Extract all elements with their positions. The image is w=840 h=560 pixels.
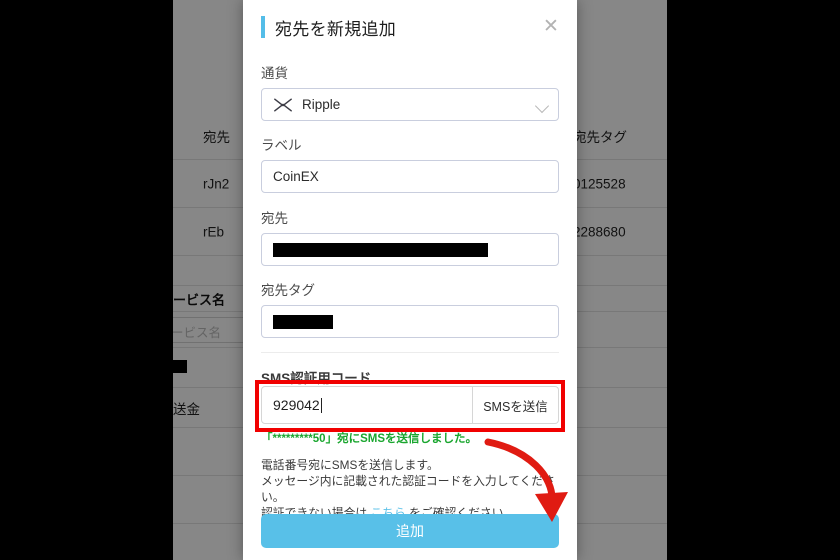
xrp-icon	[274, 98, 292, 111]
field-currency: 通貨 Ripple	[261, 62, 559, 121]
title-accent-bar	[261, 16, 265, 38]
label-value: CoinEX	[273, 169, 319, 184]
add-address-modal: 宛先を新規追加 ✕ 通貨 Ripple ラベル CoinEX 宛先 宛先タグ S…	[243, 0, 577, 560]
sms-success-message: 「*********50」宛にSMSを送信しました。	[261, 433, 477, 445]
field-label: ラベル CoinEX	[261, 134, 559, 193]
sms-code-value: 929042	[273, 397, 320, 413]
help-line-2: メッセージ内に記載された認証コードを入力してください。	[261, 474, 555, 504]
sms-code-input[interactable]: 929042	[261, 386, 473, 424]
help-line-1: 電話番号宛にSMSを送信します。	[261, 458, 439, 472]
sms-help-text: 電話番号宛にSMSを送信します。 メッセージ内に記載された認証コードを入力してく…	[261, 457, 561, 521]
currency-select[interactable]: Ripple	[261, 88, 559, 121]
currency-value: Ripple	[302, 97, 341, 112]
label-address: 宛先	[261, 211, 288, 226]
sms-code-row: 929042 SMSを送信	[261, 386, 559, 424]
label-input[interactable]: CoinEX	[261, 160, 559, 193]
redaction-bar-tag	[273, 314, 333, 329]
label-currency: 通貨	[261, 66, 288, 81]
chevron-down-icon	[534, 98, 550, 114]
page-title: 宛先を新規追加	[275, 20, 397, 39]
section-divider	[261, 352, 559, 353]
modal-header: 宛先を新規追加 ✕	[243, 0, 577, 55]
label-label: ラベル	[261, 138, 302, 153]
field-address: 宛先	[261, 207, 559, 266]
text-caret	[320, 397, 322, 413]
submit-button[interactable]: 追加	[261, 514, 559, 548]
redaction-bar-address	[273, 242, 488, 257]
address-input[interactable]	[261, 233, 559, 266]
destination-tag-input[interactable]	[261, 305, 559, 338]
label-sms-code: SMS認証用コード	[261, 371, 372, 386]
field-destination-tag: 宛先タグ	[261, 279, 559, 338]
send-sms-button[interactable]: SMSを送信	[473, 386, 559, 424]
label-destination-tag: 宛先タグ	[261, 283, 315, 298]
screenshot-root: 宛先 宛先タグ rJn2 500125528 rEb 452288680 ービス…	[0, 0, 840, 560]
close-icon[interactable]: ✕	[538, 14, 564, 40]
